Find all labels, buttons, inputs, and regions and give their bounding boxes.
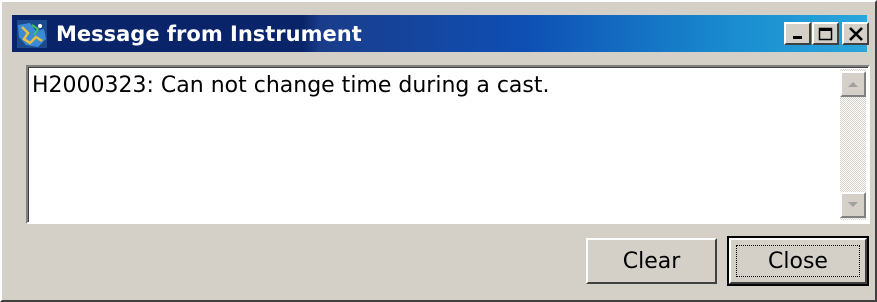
maximize-icon [818, 27, 832, 40]
message-window: Message from Instrument H2000323: Can no… [0, 0, 877, 302]
minimize-icon [792, 35, 802, 39]
window-title: Message from Instrument [56, 21, 362, 46]
chevron-down-icon [848, 202, 858, 207]
clear-button-label: Clear [622, 248, 681, 274]
app-icon [17, 19, 47, 48]
chevron-up-icon [848, 82, 858, 87]
vertical-scrollbar[interactable] [840, 69, 866, 220]
scroll-down-button[interactable] [840, 192, 866, 218]
clear-button[interactable]: Clear [586, 238, 717, 284]
close-icon [848, 26, 863, 41]
message-text: H2000323: Can not change time during a c… [32, 73, 550, 98]
title-bar[interactable]: Message from Instrument [12, 15, 869, 52]
close-button-label: Close [768, 248, 828, 274]
close-button[interactable]: Close [727, 236, 869, 286]
message-text-area[interactable]: H2000323: Can not change time during a c… [26, 65, 870, 224]
minimize-button[interactable] [784, 22, 811, 45]
maximize-button[interactable] [812, 22, 839, 45]
close-window-button[interactable] [842, 22, 869, 45]
scroll-up-button[interactable] [840, 71, 866, 97]
